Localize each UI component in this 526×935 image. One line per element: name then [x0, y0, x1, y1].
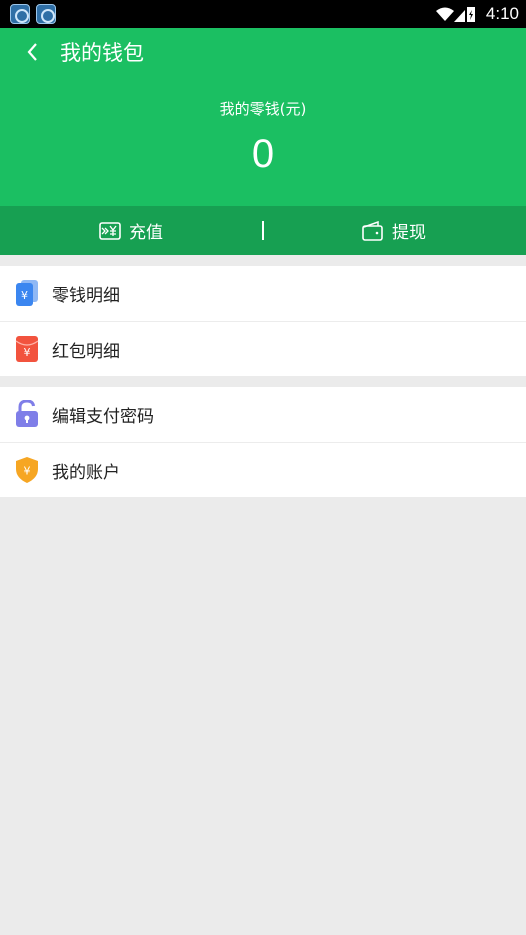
signal-icon [454, 10, 465, 22]
list-item-change-details[interactable]: ¥ 零钱明细 [0, 266, 526, 321]
list-item-my-account[interactable]: ¥ 我的账户 [0, 442, 526, 497]
menu-group-account: 编辑支付密码 ¥ 我的账户 [0, 387, 526, 497]
system-status-icons [436, 7, 475, 22]
balance-amount: 0 [251, 132, 275, 176]
wallet-icon [362, 220, 383, 241]
wifi-icon [436, 7, 454, 21]
list-item-label: 零钱明细 [52, 286, 120, 306]
recharge-button[interactable]: 充值 [99, 206, 163, 255]
menu-group-transactions: ¥ 零钱明细 ¥ 红包明细 [0, 266, 526, 376]
withdraw-button[interactable]: 提现 [362, 206, 426, 255]
withdraw-label: 提现 [392, 223, 426, 243]
list-item-label: 编辑支付密码 [52, 407, 154, 427]
shield-icon: ¥ [16, 457, 38, 483]
list-item-label: 我的账户 [52, 462, 120, 483]
list-item-edit-pay-password[interactable]: 编辑支付密码 [0, 387, 526, 442]
svg-text:¥: ¥ [21, 289, 28, 302]
app-notification-icon [36, 4, 56, 24]
svg-text:¥: ¥ [24, 465, 31, 478]
list-item-label: 红包明细 [52, 341, 120, 362]
action-bar: 充值 提现 [0, 206, 526, 255]
svg-text:¥: ¥ [24, 346, 31, 359]
recharge-icon [99, 221, 121, 240]
clock: 4:10 [485, 4, 519, 23]
status-bar: 4:10 [0, 0, 526, 28]
red-packet-icon: ¥ [15, 336, 39, 362]
wallet-header: 我的钱包 我的零钱(元) 0 [0, 28, 526, 206]
lock-icon [16, 400, 38, 427]
change-details-icon: ¥ [16, 280, 38, 306]
balance-label: 我的零钱(元) [219, 100, 307, 118]
app-notification-icon [10, 4, 30, 24]
page-title: 我的钱包 [60, 41, 144, 65]
back-arrow-icon[interactable] [22, 40, 46, 64]
action-divider [262, 221, 264, 240]
list-item-red-packet-details[interactable]: ¥ 红包明细 [0, 321, 526, 376]
recharge-label: 充值 [129, 223, 163, 243]
